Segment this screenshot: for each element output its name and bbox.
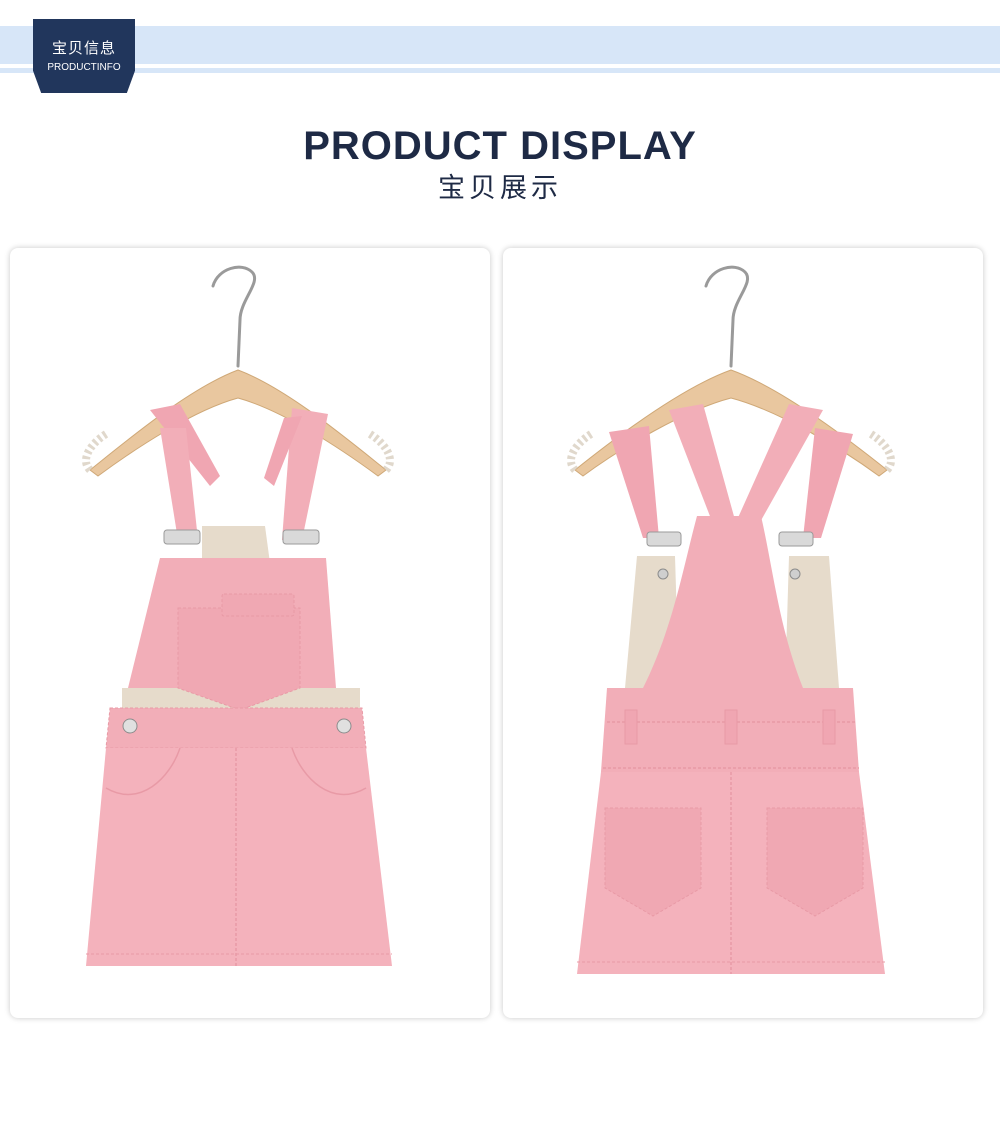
section-title-en: PRODUCT DISPLAY	[303, 124, 697, 168]
header-band-line	[0, 68, 1000, 73]
product-photo-back	[503, 248, 983, 1018]
badge-title-cn: 宝贝信息	[51, 39, 116, 57]
product-photo-front	[10, 248, 490, 1018]
dress-front-illustration	[82, 265, 394, 966]
badge-title-en: PRODUCTINFO	[47, 62, 121, 73]
product-info-badge: 宝贝信息 PRODUCTINFO	[33, 19, 135, 93]
dress-back-illustration	[567, 265, 895, 974]
section-title-cn: 宝贝展示	[438, 173, 562, 204]
header-band	[0, 26, 1000, 64]
